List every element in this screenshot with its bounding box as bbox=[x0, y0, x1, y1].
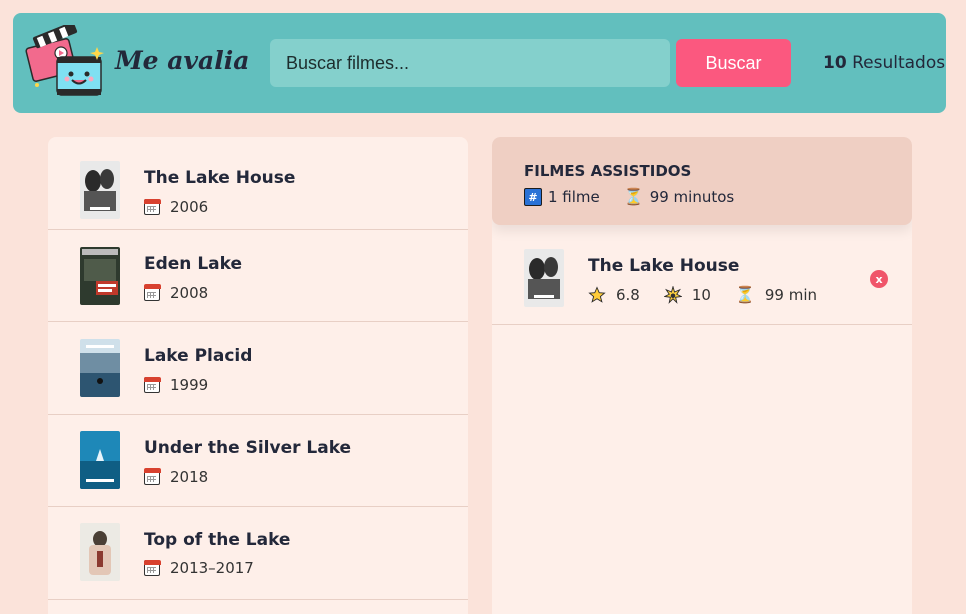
movie-list-item[interactable]: Lake Placid 1999 bbox=[48, 322, 468, 415]
runtime-value: 99 min bbox=[764, 286, 818, 304]
remove-watched-button[interactable]: x bbox=[870, 270, 888, 288]
user-rating-value: 10 bbox=[691, 286, 711, 304]
search-button[interactable]: Buscar bbox=[676, 39, 791, 87]
movie-poster-image bbox=[80, 339, 120, 397]
movie-title: Under the Silver Lake bbox=[144, 437, 352, 458]
movie-title: Top of the Lake bbox=[144, 530, 291, 550]
movie-year: 2008 bbox=[143, 283, 209, 302]
movie-year-text: 1999 bbox=[170, 376, 209, 394]
movie-poster-image bbox=[80, 523, 120, 581]
imdb-rating-value: 6.8 bbox=[616, 286, 640, 304]
watched-movie-title: The Lake House bbox=[588, 256, 740, 276]
movie-title: Lake Placid bbox=[144, 346, 253, 366]
user-rating: 10 bbox=[663, 286, 711, 304]
search-input[interactable] bbox=[270, 39, 670, 87]
movie-year-text: 2018 bbox=[170, 467, 209, 486]
movie-list-item[interactable]: Under the Silver Lake 2018 bbox=[48, 415, 468, 507]
calendar-icon bbox=[143, 559, 161, 576]
movie-year-text: 2006 bbox=[170, 198, 209, 216]
watched-movie-stats: 6.8 10 ⏳ 99 min bbox=[588, 286, 841, 304]
hourglass-icon: ⏳ bbox=[623, 187, 644, 206]
results-number: 10 bbox=[823, 53, 847, 73]
search-results-list: The Lake House 2006 Eden Lake 2008 Lake … bbox=[48, 137, 468, 614]
hash-icon: # bbox=[524, 188, 542, 206]
movie-poster-image bbox=[80, 161, 120, 219]
watched-panel: FILMES ASSISTIDOS # 1 filme ⏳ 99 minutos… bbox=[492, 137, 912, 614]
navbar: Me avalia Buscar 10 Resultados bbox=[13, 13, 946, 113]
sparkle-icon bbox=[663, 286, 682, 304]
movie-year: 2006 bbox=[143, 198, 209, 216]
movie-title: The Lake House bbox=[144, 168, 296, 188]
results-count: 10 Resultados bbox=[823, 53, 945, 73]
movie-year-text: 2013–2017 bbox=[170, 559, 254, 577]
movie-poster-image bbox=[80, 246, 120, 305]
watched-summary-stats: # 1 filme ⏳ 99 minutos bbox=[524, 188, 734, 206]
watched-summary-heading: FILMES ASSISTIDOS bbox=[524, 162, 692, 180]
movie-year-text: 2008 bbox=[170, 283, 209, 302]
movie-poster-image bbox=[80, 430, 120, 489]
watched-count: 1 filme bbox=[548, 188, 600, 206]
clapperboard-logo-icon bbox=[25, 21, 107, 101]
watched-minutes: 99 minutos bbox=[649, 188, 735, 206]
movie-year: 2013–2017 bbox=[143, 559, 254, 577]
movie-list-item[interactable]: Top of the Lake 2013–2017 bbox=[48, 507, 468, 600]
app-title: Me avalia bbox=[115, 46, 250, 75]
watched-list-item: The Lake House 6.8 10 ⏳ 99 min x bbox=[492, 237, 912, 325]
runtime: ⏳ 99 min bbox=[735, 286, 817, 304]
movie-year: 2018 bbox=[143, 467, 209, 486]
results-label: Resultados bbox=[852, 53, 946, 73]
calendar-icon bbox=[143, 284, 161, 301]
calendar-icon bbox=[143, 198, 161, 215]
hourglass-icon: ⏳ bbox=[734, 285, 755, 304]
movie-poster-image bbox=[524, 249, 564, 307]
movie-title: Eden Lake bbox=[144, 253, 243, 274]
movie-list-item[interactable]: The Lake House 2006 bbox=[48, 137, 468, 230]
watched-summary: FILMES ASSISTIDOS # 1 filme ⏳ 99 minutos bbox=[492, 137, 912, 225]
movie-list-item[interactable]: Eden Lake 2008 bbox=[48, 230, 468, 322]
calendar-icon bbox=[143, 376, 161, 393]
calendar-icon bbox=[143, 468, 161, 485]
movie-year: 1999 bbox=[143, 376, 209, 394]
imdb-rating: 6.8 bbox=[588, 286, 640, 304]
star-icon bbox=[588, 286, 606, 303]
